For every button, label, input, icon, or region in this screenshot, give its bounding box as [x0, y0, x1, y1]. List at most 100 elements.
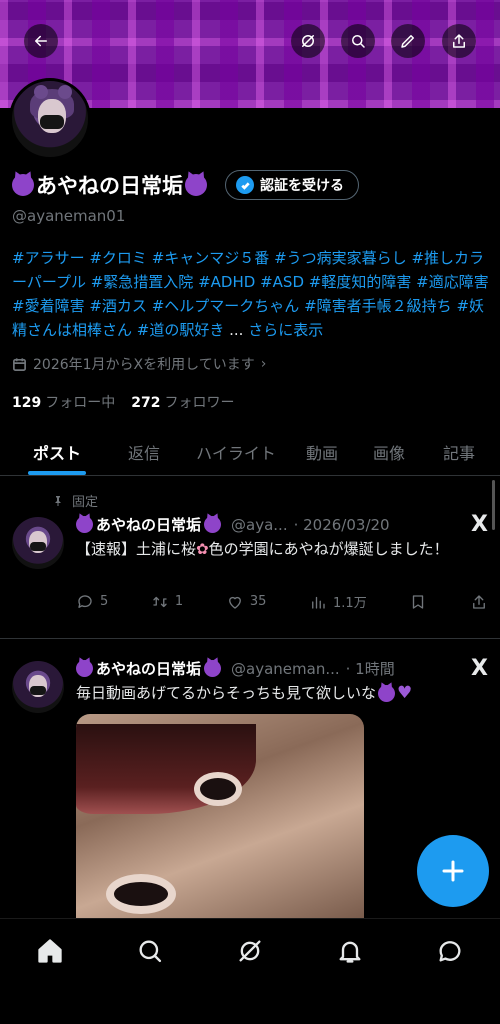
hashtag-link[interactable]: #適応障害 — [416, 273, 489, 291]
profile-name-row: あやねの日常垢 認証を受ける — [12, 170, 359, 200]
views-button[interactable]: 1.1万 — [309, 592, 367, 611]
nav-home[interactable] — [35, 936, 65, 966]
post-share-button[interactable] — [470, 593, 488, 611]
tab-highlights[interactable]: ハイライト — [174, 428, 298, 475]
back-button[interactable] — [24, 24, 58, 58]
post-avatar[interactable] — [12, 661, 64, 713]
devil-emoji-icon — [76, 516, 93, 533]
devil-emoji-icon — [12, 174, 34, 196]
post-avatar[interactable] — [12, 517, 64, 569]
hashtag-link[interactable]: #ヘルプマークちゃん — [152, 297, 300, 315]
tab-images[interactable]: 画像 — [346, 428, 432, 475]
get-verified-button[interactable]: 認証を受ける — [225, 170, 359, 200]
nav-notifications[interactable] — [335, 936, 365, 966]
joined-text: 2026年1月からXを利用しています — [33, 357, 255, 373]
hashtag-link[interactable]: #緊急措置入院 — [91, 273, 194, 291]
pinned-label: 固定 — [52, 491, 98, 510]
post-handle: @ayaneman... — [231, 659, 340, 678]
show-more-link[interactable]: さらに表示 — [248, 321, 323, 339]
edit-button[interactable] — [391, 24, 425, 58]
hashtag-link[interactable]: #酒カス — [89, 297, 147, 315]
bottom-navigation — [0, 918, 500, 1024]
repost-icon — [153, 596, 167, 607]
tab-replies[interactable]: 返信 — [114, 428, 174, 475]
compose-post-button[interactable] — [417, 835, 489, 907]
display-name: あやねの日常垢 — [12, 170, 207, 200]
hashtag-link[interactable]: #ADHD — [198, 273, 255, 291]
x-logo-icon[interactable]: X — [471, 656, 488, 681]
post-time[interactable]: · 2026/03/20 — [294, 516, 390, 534]
post-time[interactable]: · 1時間 — [346, 658, 395, 679]
share-button[interactable] — [442, 24, 476, 58]
cherry-blossom-emoji-icon: ✿ — [196, 540, 209, 558]
bell-icon — [339, 941, 361, 963]
following-link[interactable]: 129 フォロー中 — [12, 392, 115, 412]
grok-icon — [302, 35, 314, 47]
profile-handle: @ayaneman01 — [12, 207, 126, 225]
share-icon — [473, 594, 485, 609]
search-icon — [352, 35, 365, 48]
nav-messages[interactable] — [435, 936, 465, 966]
hashtag-link[interactable]: #ASD — [260, 273, 304, 291]
purple-heart-emoji-icon: ♥ — [397, 683, 413, 703]
home-icon — [38, 939, 62, 963]
pencil-icon — [401, 35, 414, 48]
follow-stats: 129 フォロー中 272 フォロワー — [12, 392, 234, 412]
hashtag-link[interactable]: #アラサー — [12, 249, 85, 267]
search-button[interactable] — [341, 24, 375, 58]
profile-avatar[interactable] — [9, 78, 91, 160]
grok-button[interactable] — [291, 24, 325, 58]
plus-icon — [442, 860, 464, 882]
get-verified-label: 認証を受ける — [260, 178, 344, 194]
verified-badge-icon — [236, 176, 254, 194]
analytics-icon — [312, 596, 325, 609]
hashtag-link[interactable]: #道の駅好き — [137, 321, 225, 339]
hashtag-link[interactable]: #キャンマジ５番 — [152, 249, 270, 267]
like-button[interactable]: 35 — [226, 593, 266, 611]
hashtag-link[interactable]: #愛着障害 — [12, 297, 85, 315]
post-author-name[interactable]: あやねの日常垢 — [76, 514, 222, 535]
nav-search[interactable] — [135, 936, 165, 966]
hashtag-link[interactable]: #軽度知的障害 — [309, 273, 412, 291]
bookmark-icon — [413, 594, 424, 609]
reply-button[interactable]: 5 — [76, 593, 108, 611]
joined-date: 2026年1月からXを利用しています › — [12, 354, 266, 374]
reply-icon — [78, 594, 92, 608]
post-divider — [0, 638, 500, 639]
followers-link[interactable]: 272 フォロワー — [131, 392, 234, 412]
display-name-text: あやねの日常垢 — [36, 174, 183, 198]
post-handle: @aya... — [231, 515, 288, 534]
post-video-thumbnail[interactable] — [76, 714, 364, 934]
post-text: 毎日動画あげてるからそっちも見て欲しいな ♥ — [76, 683, 413, 703]
hashtag-link[interactable]: #障害者手帳２級持ち — [304, 297, 452, 315]
post-author-name[interactable]: あやねの日常垢 — [76, 658, 222, 679]
heart-icon — [228, 596, 241, 609]
x-logo-icon[interactable]: X — [471, 512, 488, 537]
repost-button[interactable]: 1 — [151, 593, 183, 611]
tab-videos[interactable]: 動画 — [298, 428, 346, 475]
bio-text: ... — [224, 321, 249, 339]
post-header: あやねの日常垢 @aya... · 2026/03/20 — [76, 514, 390, 535]
profile-tabs: ポスト 返信 ハイライト 動画 画像 記事 — [0, 428, 500, 476]
grok-icon — [239, 940, 261, 962]
devil-emoji-icon — [185, 174, 207, 196]
post-text: 【速報】土浦に桜✿色の学園にあやねが爆誕しました！ — [76, 540, 449, 558]
hashtag-link[interactable]: #うつ病実家暮らし — [274, 249, 407, 267]
devil-emoji-icon — [76, 660, 93, 677]
search-icon — [139, 940, 162, 963]
post-actions: 5 1 35 1.1万 — [76, 592, 488, 611]
post-header: あやねの日常垢 @ayaneman... · 1時間 — [76, 658, 395, 679]
tab-posts[interactable]: ポスト — [0, 428, 114, 475]
profile-bio: #アラサー #クロミ #キャンマジ５番 #うつ病実家暮らし #推しカラーパープル… — [12, 246, 490, 342]
tab-articles[interactable]: 記事 — [432, 428, 486, 475]
hashtag-link[interactable]: #クロミ — [89, 249, 147, 267]
calendar-icon — [13, 357, 26, 371]
share-icon — [453, 34, 465, 48]
devil-emoji-icon — [204, 660, 222, 677]
bookmark-button[interactable] — [409, 593, 427, 611]
scrollbar[interactable] — [492, 480, 495, 530]
chevron-right-icon[interactable]: › — [261, 356, 267, 372]
arrow-left-icon — [35, 35, 47, 47]
nav-grok[interactable] — [235, 936, 265, 966]
devil-emoji-icon — [204, 516, 222, 533]
